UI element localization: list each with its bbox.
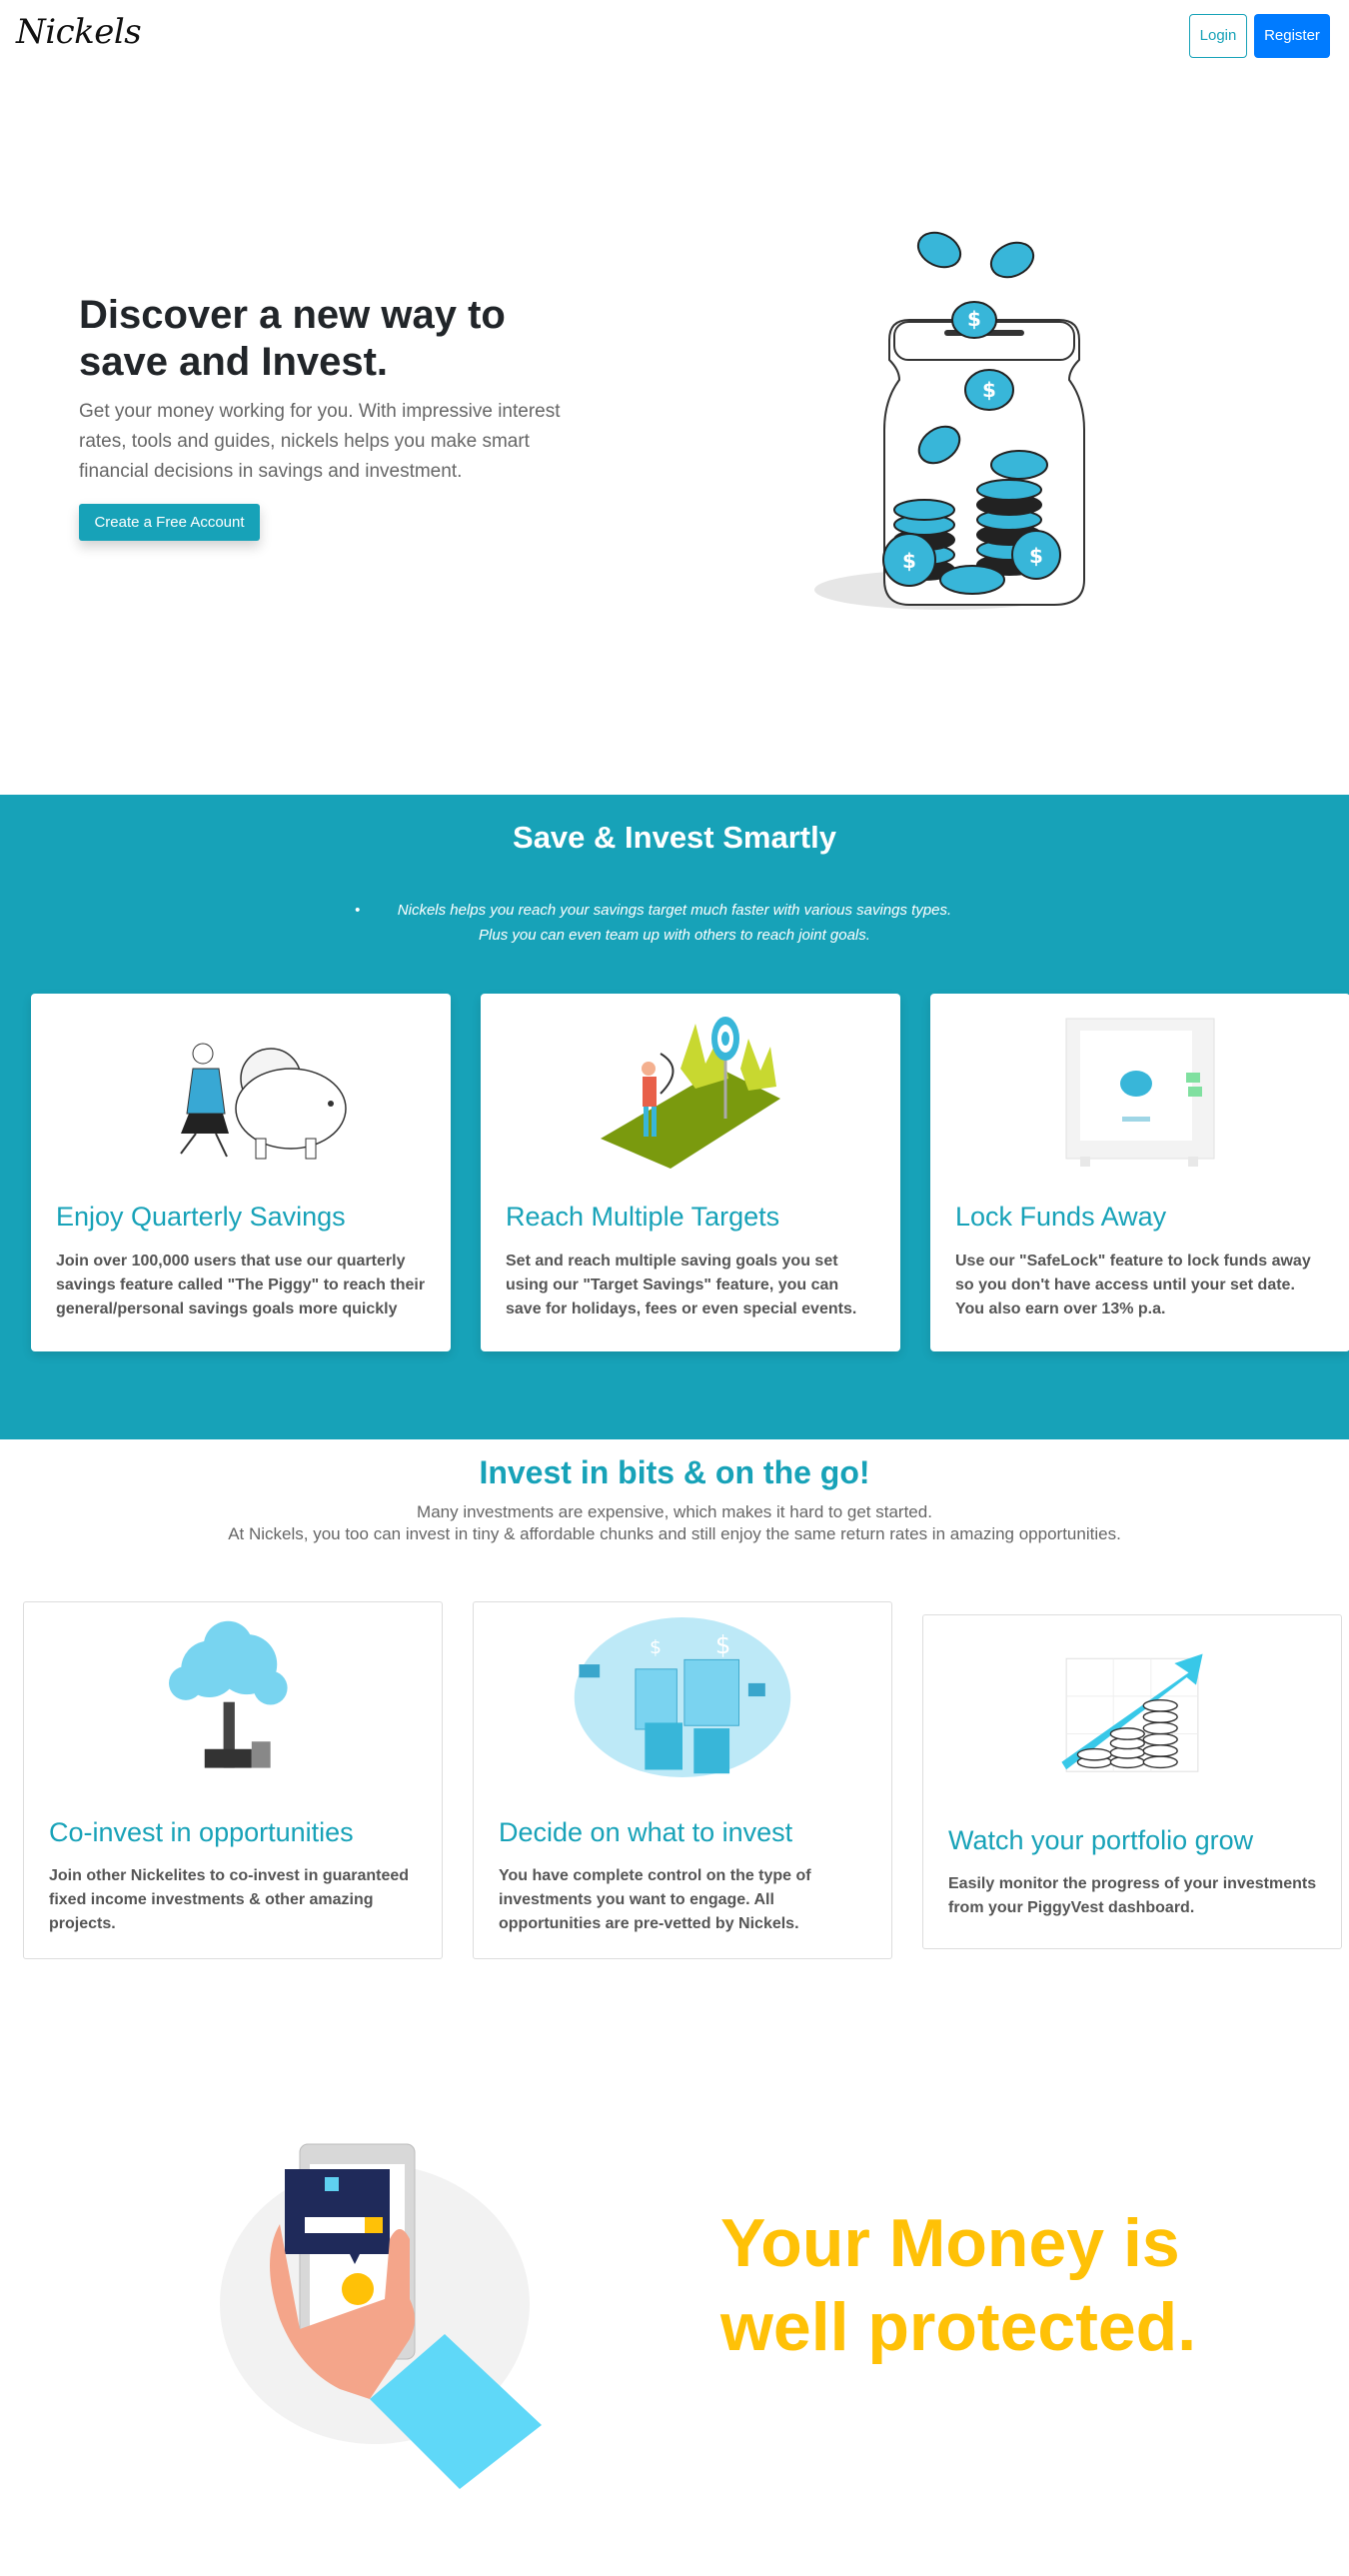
card-text: Join other Nickelites to co-invest in gu… (49, 1867, 410, 1932)
card-text: Set and reach multiple saving goals you … (506, 1253, 857, 1317)
card-text: Join over 100,000 users that use our qua… (56, 1253, 426, 1317)
growth-chart-illustration (1061, 1653, 1203, 1772)
invest-sub-line2: At Nickels, you too can invest in tiny &… (228, 1524, 1121, 1543)
hero-title: Discover a new way to save and Invest. (79, 293, 506, 384)
calculator-illustration: $ $ (574, 1617, 791, 1777)
archery-target-illustration (601, 1017, 780, 1169)
invest-sub-line1: Many investments are expensive, which ma… (417, 1502, 932, 1521)
svg-text:$: $ (967, 307, 981, 331)
secure-phone-illustration (220, 2143, 542, 2489)
invest-card-decide[interactable]: $ $ Decide on what to invest You have co… (473, 1601, 892, 1959)
svg-text:$: $ (1029, 544, 1043, 568)
invest-section-title: Invest in bits & on the go! (479, 1454, 870, 1490)
invest-section-subtitle: Many investments are expensive, which ma… (0, 1501, 1349, 1545)
svg-text:$: $ (715, 1630, 731, 1659)
register-button[interactable]: Register (1254, 14, 1330, 58)
feature-card-safelock[interactable]: Lock Funds Away Use our "SafeLock" featu… (930, 994, 1349, 1351)
brand-logo[interactable]: Nickels (16, 12, 142, 52)
invest-card-portfolio[interactable]: Watch your portfolio grow Easily monitor… (922, 1614, 1342, 1949)
card-text: Easily monitor the progress of your inve… (948, 1875, 1317, 1916)
navbar: Nickels Login Register (0, 0, 1349, 72)
protected-heading: Your Money is well protected. (720, 2201, 1280, 2369)
protected-line1: Your Money is (720, 2205, 1180, 2281)
safe-illustration (1065, 1018, 1215, 1167)
card-title: Decide on what to invest (499, 1817, 793, 1847)
card-text: Use our "SafeLock" feature to lock funds… (955, 1253, 1311, 1317)
create-account-button[interactable]: Create a Free Account (79, 504, 260, 541)
invest-card-coinvest[interactable]: Co-invest in opportunities Join other Ni… (23, 1601, 443, 1959)
svg-text:$: $ (902, 549, 916, 573)
piggy-bank-illustration (180, 1043, 347, 1160)
feature-card-piggy[interactable]: Enjoy Quarterly Savings Join over 100,00… (31, 994, 451, 1351)
save-desc-line2: Plus you can even team up with others to… (479, 927, 870, 944)
svg-text:$: $ (650, 1637, 662, 1658)
login-button[interactable]: Login (1189, 14, 1247, 58)
svg-text:$: $ (982, 378, 996, 402)
coin-jar-illustration: $ $ $ $ (814, 231, 1085, 610)
bullet-icon: • (355, 902, 361, 919)
card-title: Watch your portfolio grow (948, 1825, 1254, 1855)
card-title: Lock Funds Away (955, 1202, 1167, 1232)
protected-line2: well protected. (720, 2289, 1197, 2365)
money-tree-illustration (169, 1620, 288, 1768)
save-section-description: • Nickels helps you reach your savings t… (0, 898, 1349, 948)
card-title: Reach Multiple Targets (506, 1202, 780, 1232)
card-title: Co-invest in opportunities (49, 1817, 354, 1847)
card-text: You have complete control on the type of… (499, 1867, 811, 1932)
save-desc-line1: Nickels helps you reach your savings tar… (397, 902, 952, 919)
save-section-title: Save & Invest Smartly (513, 820, 836, 855)
feature-card-targets[interactable]: Reach Multiple Targets Set and reach mul… (481, 994, 900, 1351)
card-title: Enjoy Quarterly Savings (56, 1202, 346, 1232)
save-invest-section: Save & Invest Smartly • Nickels helps yo… (0, 795, 1349, 1439)
hero-description: Get your money working for you. With imp… (79, 401, 561, 482)
